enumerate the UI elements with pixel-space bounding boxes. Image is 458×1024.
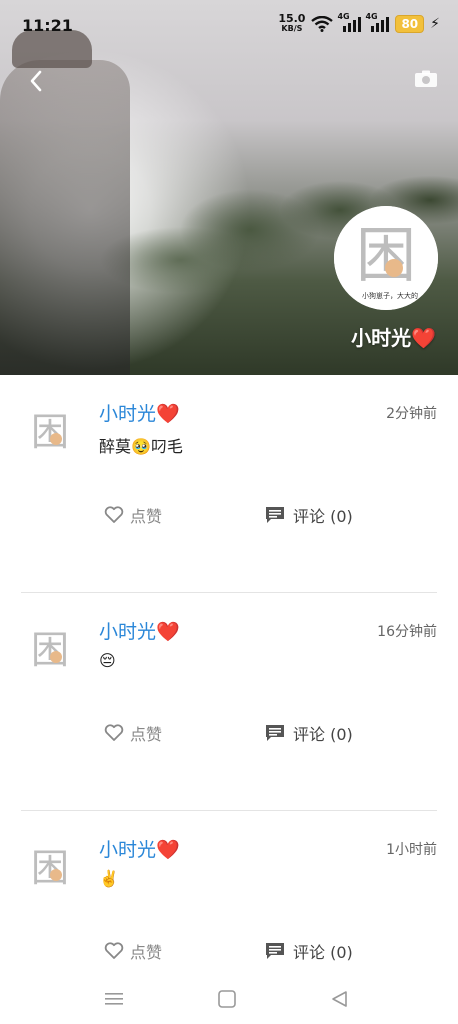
signal-icon-1: 4G	[337, 12, 362, 32]
svg-text:困: 困	[31, 628, 69, 672]
signal-2-label: 4G	[365, 12, 378, 21]
post-item: 困 小时光❤️ 2分钟前 醉莫🥹叼毛 点赞 评论 (0)	[21, 375, 437, 593]
post-content: 醉莫🥹叼毛	[99, 437, 183, 456]
battery-indicator: 80	[395, 15, 425, 33]
camera-button[interactable]	[414, 70, 438, 88]
back-arrow-icon	[30, 70, 42, 92]
status-bar: 11:21 15.0 KB/S 4G 4G 80 ⚡	[0, 0, 458, 52]
cover-photo	[0, 0, 458, 375]
post-timestamp: 16分钟前	[377, 624, 437, 640]
svg-text:困: 困	[31, 410, 69, 454]
heart-outline-icon	[104, 942, 124, 959]
like-label: 点赞	[130, 507, 163, 526]
comment-button[interactable]: 评论 (0)	[265, 503, 353, 527]
like-label: 点赞	[130, 943, 163, 962]
profile-avatar[interactable]: 困 小狗崽子，大大的	[334, 206, 438, 310]
nav-back-button[interactable]	[325, 984, 355, 1014]
like-label: 点赞	[130, 725, 163, 744]
post-timestamp: 2分钟前	[386, 406, 437, 422]
camera-icon	[415, 70, 437, 87]
post-author-name[interactable]: 小时光❤️	[99, 835, 180, 862]
post-item: 困 小时光❤️ 16分钟前 😔 点赞 评论 (0)	[21, 593, 437, 811]
comment-button[interactable]: 评论 (0)	[265, 721, 353, 745]
post-content: ✌️	[99, 869, 119, 888]
heart-outline-icon	[104, 506, 124, 523]
avatar-glyph: 困	[356, 221, 416, 291]
moments-page: 11:21 15.0 KB/S 4G 4G 80 ⚡ 困 小狗崽子，大大的 小时…	[0, 0, 458, 1024]
wifi-icon	[311, 16, 334, 32]
post-author-name[interactable]: 小时光❤️	[99, 617, 180, 644]
comment-icon	[266, 943, 284, 959]
comment-label: 评论 (0)	[293, 943, 353, 962]
net-speed: 15.0 KB/S	[278, 13, 305, 34]
system-nav-bar	[0, 978, 458, 1024]
like-button[interactable]: 点赞	[104, 721, 162, 745]
signal-icon-2: 4G	[365, 12, 390, 32]
post-author-name[interactable]: 小时光❤️	[99, 399, 180, 426]
post-avatar-image: 困	[21, 619, 83, 681]
status-icons: 15.0 KB/S 4G 4G 80 ⚡	[278, 12, 440, 34]
post-actions: 点赞 评论 (0)	[21, 721, 437, 745]
avatar-caption: 小狗崽子，大大的	[362, 291, 418, 300]
like-button[interactable]: 点赞	[104, 503, 162, 527]
status-time: 11:21	[22, 16, 73, 35]
post-avatar[interactable]: 困	[21, 619, 83, 681]
nav-home-button[interactable]	[212, 984, 242, 1014]
post-actions: 点赞 评论 (0)	[21, 503, 437, 527]
menu-icon	[105, 993, 123, 1005]
signal-1-label: 4G	[337, 12, 350, 21]
back-button[interactable]	[26, 66, 52, 96]
cover-person-silhouette	[0, 60, 130, 375]
comment-label: 评论 (0)	[293, 725, 353, 744]
feed-list: 困 小时光❤️ 2分钟前 醉莫🥹叼毛 点赞 评论 (0) 困 小时光❤️ 16分…	[0, 375, 458, 1024]
post-avatar-image: 困	[21, 837, 83, 899]
post-avatar[interactable]: 困	[21, 837, 83, 899]
comment-icon	[266, 725, 284, 741]
nav-menu-button[interactable]	[99, 984, 129, 1014]
comment-button[interactable]: 评论 (0)	[265, 939, 353, 963]
svg-text:困: 困	[31, 846, 69, 890]
like-button[interactable]: 点赞	[104, 939, 162, 963]
charging-icon: ⚡	[430, 16, 440, 32]
comment-icon	[266, 507, 284, 523]
square-home-icon	[218, 990, 236, 1008]
post-timestamp: 1小时前	[386, 842, 437, 858]
triangle-back-icon	[332, 991, 347, 1007]
post-avatar-image: 困	[21, 401, 83, 463]
post-avatar[interactable]: 困	[21, 401, 83, 463]
profile-name: 小时光❤️	[351, 326, 436, 350]
post-content: 😔	[99, 651, 116, 670]
avatar-image: 困 小狗崽子，大大的	[334, 206, 438, 310]
net-speed-unit: KB/S	[281, 24, 303, 33]
comment-label: 评论 (0)	[293, 507, 353, 526]
post-actions: 点赞 评论 (0)	[21, 939, 437, 963]
heart-outline-icon	[104, 724, 124, 741]
